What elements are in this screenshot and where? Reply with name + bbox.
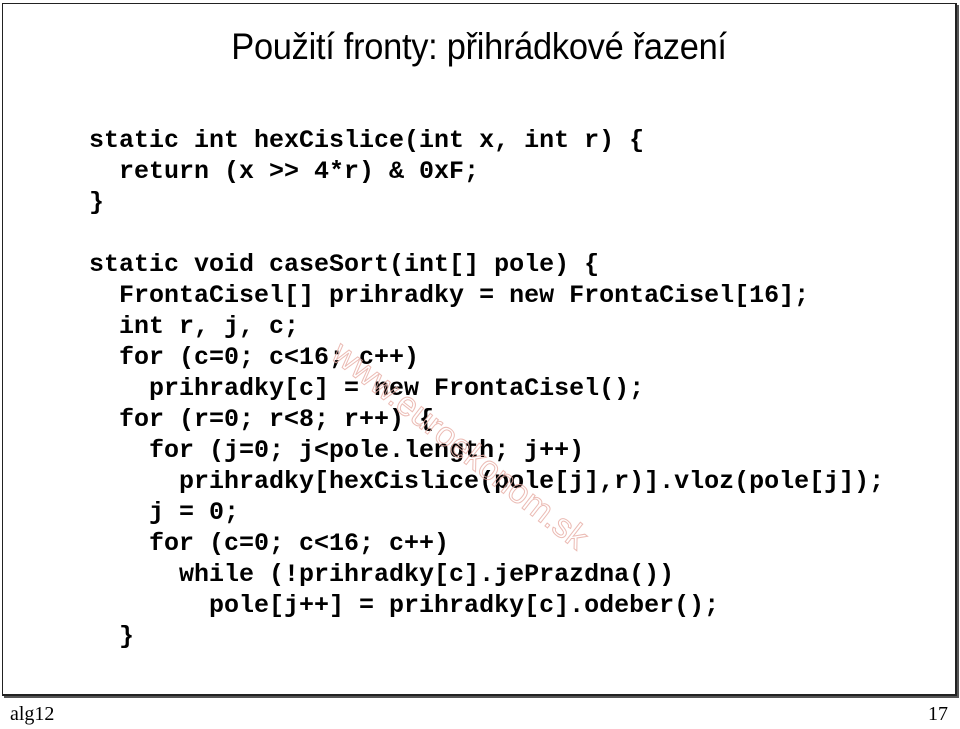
code-line: return (x >> 4*r) & 0xF; bbox=[89, 157, 480, 186]
slide-title: Použití fronty: přihrádkové řazení bbox=[231, 26, 727, 67]
code-line: for (c=0; c<16; c++) bbox=[89, 529, 450, 558]
page-number: 17 bbox=[928, 703, 948, 725]
code-line: j = 0; bbox=[89, 498, 240, 527]
code-block: static int hexCislice(int x, int r) { re… bbox=[89, 125, 884, 652]
code-line: static void caseSort(int[] pole) { bbox=[89, 250, 600, 279]
code-line: static int hexCislice(int x, int r) { bbox=[89, 126, 645, 155]
code-line: for (c=0; c<16; c++) bbox=[89, 343, 420, 372]
code-line: } bbox=[89, 188, 105, 217]
code-line: prihradky[c] = new FrontaCisel(); bbox=[89, 374, 645, 403]
code-line: for (r=0; r<8; r++) { bbox=[89, 405, 435, 434]
code-line: FrontaCisel[] prihradky = new FrontaCise… bbox=[89, 281, 810, 310]
slide-frame: Použití fronty: přihrádkové řazení stati… bbox=[2, 3, 957, 696]
code-line: pole[j++] = prihradky[c].odeber(); bbox=[89, 591, 720, 620]
code-line: int r, j, c; bbox=[89, 312, 300, 341]
code-line: } bbox=[89, 622, 135, 651]
footer-label: alg12 bbox=[10, 703, 55, 725]
code-line: while (!prihradky[c].jePrazdna()) bbox=[89, 560, 675, 589]
